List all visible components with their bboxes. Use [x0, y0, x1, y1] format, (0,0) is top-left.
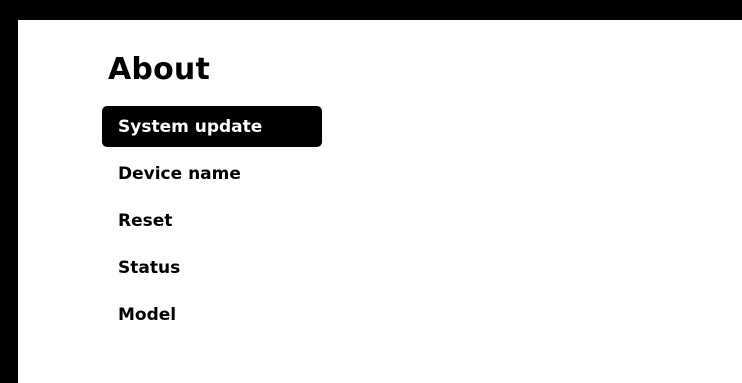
about-menu: System update Device name Reset Status M…: [102, 106, 322, 341]
menu-item-system-update[interactable]: System update: [102, 106, 322, 147]
about-screen: About System update Device name Reset St…: [18, 20, 742, 383]
page-title: About: [108, 52, 211, 87]
menu-item-reset[interactable]: Reset: [102, 200, 322, 241]
screen-frame: About System update Device name Reset St…: [0, 0, 742, 383]
menu-item-device-name[interactable]: Device name: [102, 153, 322, 194]
menu-item-status[interactable]: Status: [102, 247, 322, 288]
menu-item-model[interactable]: Model: [102, 294, 322, 335]
